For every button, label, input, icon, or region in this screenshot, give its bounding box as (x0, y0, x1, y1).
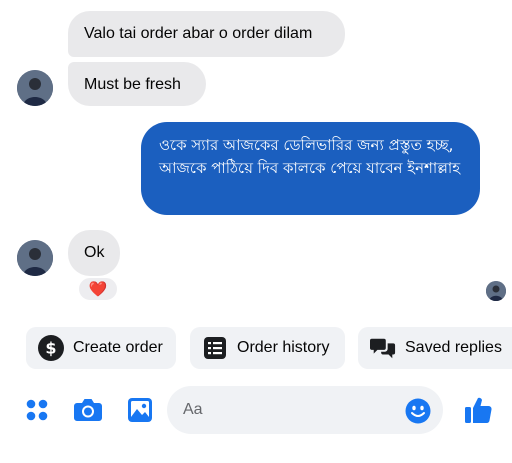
order-list-icon (202, 335, 228, 361)
chat-bubbles-icon (370, 335, 396, 361)
incoming-message-bubble[interactable]: Ok (68, 230, 120, 276)
message-text: ওকে স্যার আজকের ডেলিভারির জন্য প্রস্তুত … (159, 136, 461, 177)
heart-reaction[interactable]: ❤️ (77, 276, 119, 302)
contact-avatar[interactable] (17, 240, 53, 276)
order-history-label: Order history (237, 339, 330, 356)
dollar-icon: $ (38, 335, 64, 361)
incoming-message-bubble[interactable]: Valo tai order abar o order dilam (68, 11, 345, 57)
order-history-button[interactable]: Order history (190, 327, 345, 369)
person-silhouette-icon (486, 281, 506, 301)
saved-replies-button[interactable]: Saved replies (358, 327, 512, 369)
camera-icon[interactable] (73, 396, 103, 424)
message-text: Must be fresh (84, 76, 181, 93)
emoji-icon[interactable] (404, 397, 432, 425)
message-input-placeholder: Aa (183, 401, 203, 418)
person-silhouette-icon (17, 240, 53, 276)
person-silhouette-icon (17, 70, 53, 106)
contact-avatar[interactable] (17, 70, 53, 106)
thumbs-up-icon[interactable] (463, 394, 493, 426)
outgoing-message-bubble[interactable]: ওকে স্যার আজকের ডেলিভারির জন্য প্রস্তুত … (141, 122, 480, 215)
image-icon[interactable] (126, 396, 154, 424)
message-text: Ok (84, 244, 105, 261)
create-order-button[interactable]: $ Create order (26, 327, 176, 369)
saved-replies-label: Saved replies (405, 339, 502, 356)
heart-icon: ❤️ (88, 281, 108, 298)
read-receipt-avatar (486, 281, 506, 301)
message-text: Valo tai order abar o order dilam (84, 25, 313, 42)
message-input[interactable]: Aa (167, 386, 443, 434)
apps-grid-icon[interactable] (24, 397, 50, 423)
create-order-label: Create order (73, 339, 163, 356)
svg-text:$: $ (45, 339, 56, 358)
incoming-message-bubble[interactable]: Must be fresh (68, 62, 206, 106)
